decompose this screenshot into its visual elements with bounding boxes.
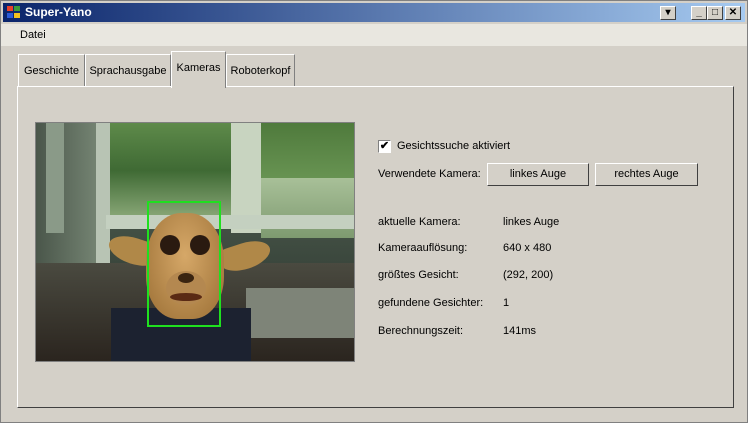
info-value-faces-found: 1 <box>503 297 510 309</box>
info-label-faces-found: gefundene Gesichter: <box>378 297 484 309</box>
left-eye-button[interactable]: linkes Auge <box>487 163 589 186</box>
app-icon[interactable] <box>7 6 21 19</box>
tab-sprachausgabe[interactable]: Sprachausgabe <box>85 54 171 86</box>
info-value-resolution: 640 x 480 <box>503 242 552 254</box>
face-detection-label: Gesichtssuche aktiviert <box>397 140 511 152</box>
info-value-computation-time: 141ms <box>503 325 537 337</box>
info-label-largest-face: größtes Gesicht: <box>378 269 459 281</box>
info-label-computation-time: Berechnungszeit: <box>378 325 463 337</box>
tab-geschichte[interactable]: Geschichte <box>18 54 85 86</box>
face-detection-box <box>147 201 221 327</box>
menu-bar: Datei <box>1 24 747 46</box>
info-value-current-camera: linkes Auge <box>503 216 560 228</box>
system-menu-button[interactable]: ▾ <box>660 6 676 20</box>
camera-view <box>35 122 355 362</box>
maximize-button[interactable]: □ <box>707 6 723 20</box>
face-detection-checkbox[interactable]: ✔ <box>378 140 391 153</box>
window-title: Super-Yano <box>25 5 92 19</box>
main-window: Super-Yano ▾ _ □ ✕ Datei Geschichte Spra… <box>0 0 748 423</box>
close-button[interactable]: ✕ <box>725 6 741 20</box>
menu-datei[interactable]: Datei <box>20 29 46 41</box>
tab-kameras[interactable]: Kameras <box>171 51 226 88</box>
camera-select-label: Verwendete Kamera: <box>378 168 481 180</box>
info-label-current-camera: aktuelle Kamera: <box>378 216 461 228</box>
info-label-resolution: Kameraauflösung: <box>378 242 468 254</box>
info-value-largest-face: (292, 200) <box>503 269 554 281</box>
tab-roboterkopf[interactable]: Roboterkopf <box>226 54 295 86</box>
minimize-button[interactable]: _ <box>691 6 707 20</box>
title-bar[interactable]: Super-Yano ▾ _ □ ✕ <box>3 3 745 22</box>
right-eye-button[interactable]: rechtes Auge <box>595 163 698 186</box>
